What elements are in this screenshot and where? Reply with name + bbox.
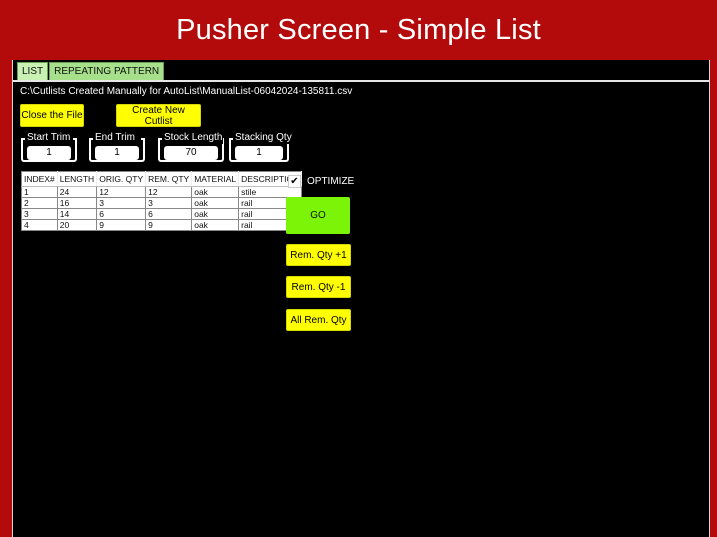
stock-length-group: Stock Length 70 <box>158 132 224 162</box>
table-cell: 12 <box>145 186 193 198</box>
all-rem-qty-button[interactable]: All Rem. Qty <box>286 309 351 331</box>
rem-qty-minus-button[interactable]: Rem. Qty -1 <box>286 276 351 298</box>
close-file-button[interactable]: Close the File <box>20 104 84 127</box>
stacking-qty-input[interactable]: 1 <box>235 146 283 160</box>
cutlist-table: INDEX# LENGTH ORIG. QTY REM. QTY MATERIA… <box>21 171 303 231</box>
table-cell: oak <box>191 219 240 231</box>
table-row[interactable]: 3 14 6 6 oak rail <box>21 208 303 220</box>
column-header[interactable]: INDEX# <box>21 171 58 187</box>
table-row[interactable]: 4 20 9 9 oak rail <box>21 219 303 231</box>
column-header[interactable]: ORIG. QTY <box>96 171 147 187</box>
table-cell: 9 <box>96 219 147 231</box>
header-banner: Pusher Screen - Simple List <box>0 0 717 60</box>
go-button[interactable]: GO <box>286 197 350 234</box>
end-trim-input[interactable]: 1 <box>95 146 139 160</box>
optimize-checkbox[interactable]: ✔ <box>288 175 301 188</box>
column-header[interactable]: MATERIAL <box>191 171 240 187</box>
start-trim-input[interactable]: 1 <box>27 146 71 160</box>
end-trim-label: End Trim <box>94 132 137 144</box>
tab-repeating-pattern[interactable]: REPEATING PATTERN <box>49 62 165 81</box>
table-cell: 20 <box>57 219 98 231</box>
table-cell: 6 <box>145 208 193 220</box>
table-cell: 1 <box>21 186 58 198</box>
table-cell: stile <box>238 186 303 198</box>
table-cell: 14 <box>57 208 98 220</box>
table-cell: 9 <box>145 219 193 231</box>
table-row[interactable]: 2 16 3 3 oak rail <box>21 197 303 209</box>
table-cell: 3 <box>96 197 147 209</box>
table-cell: 16 <box>57 197 98 209</box>
optimize-label: OPTIMIZE <box>307 176 355 187</box>
optimize-toggle[interactable]: ✔ OPTIMIZE <box>288 175 354 188</box>
table-cell: 2 <box>21 197 58 209</box>
stacking-qty-label: Stacking Qty <box>234 132 293 144</box>
start-trim-group: Start Trim 1 <box>21 132 77 162</box>
create-cutlist-button[interactable]: Create New Cutlist <box>116 104 201 127</box>
tab-divider <box>13 80 709 82</box>
tab-list[interactable]: LIST <box>17 62 49 81</box>
main-panel: LIST REPEATING PATTERN C:\Cutlists Creat… <box>12 60 710 537</box>
end-trim-group: End Trim 1 <box>89 132 145 162</box>
column-header[interactable]: LENGTH <box>57 171 98 187</box>
stock-length-input[interactable]: 70 <box>164 146 218 160</box>
page-title: Pusher Screen - Simple List <box>176 13 541 46</box>
file-path-label: C:\Cutlists Created Manually for AutoLis… <box>20 86 353 97</box>
table-cell: 24 <box>57 186 98 198</box>
table-row[interactable]: 1 24 12 12 oak stile <box>21 186 303 198</box>
table-cell: 6 <box>96 208 147 220</box>
stock-length-label: Stock Length <box>163 132 224 144</box>
table-cell: 12 <box>96 186 147 198</box>
column-header[interactable]: REM. QTY <box>145 171 193 187</box>
table-cell: 4 <box>21 219 58 231</box>
table-cell: 3 <box>145 197 193 209</box>
table-header-row: INDEX# LENGTH ORIG. QTY REM. QTY MATERIA… <box>21 171 303 187</box>
tab-bar: LIST REPEATING PATTERN <box>17 62 165 81</box>
table-cell: 3 <box>21 208 58 220</box>
start-trim-label: Start Trim <box>26 132 72 144</box>
table-cell: oak <box>191 197 240 209</box>
table-cell: oak <box>191 208 240 220</box>
rem-qty-plus-button[interactable]: Rem. Qty +1 <box>286 244 351 266</box>
stacking-qty-group: Stacking Qty 1 <box>229 132 293 162</box>
table-cell: oak <box>191 186 240 198</box>
